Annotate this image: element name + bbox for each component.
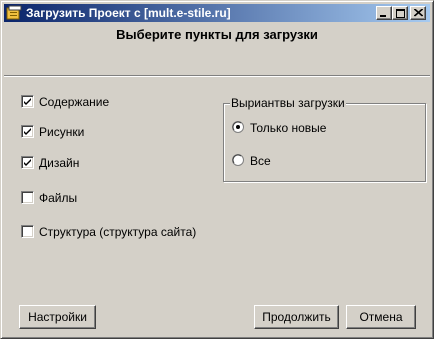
app-icon: [6, 5, 22, 21]
page-title: Выберите пункты для загрузки: [116, 27, 318, 42]
minimize-icon: [380, 15, 386, 17]
title-bar[interactable]: Загрузить Проект с [mult.e-stile.ru]: [4, 4, 430, 22]
group-legend: Выриантвы загрузки: [230, 96, 346, 110]
checkbox-box[interactable]: [21, 95, 34, 108]
window-title: Загрузить Проект с [mult.e-stile.ru]: [26, 6, 231, 20]
maximize-button[interactable]: [392, 6, 408, 20]
radio-unselected-icon[interactable]: [232, 154, 244, 166]
checkbox-box[interactable]: [21, 156, 34, 169]
load-options-group: Выриантвы загрузки Только новые Все: [223, 96, 426, 182]
checkbox-label: Содержание: [39, 95, 110, 109]
settings-button[interactable]: Настройки: [19, 305, 96, 329]
header-panel: Выберите пункты для загрузки: [4, 23, 430, 76]
checkbox-label: Структура (структура сайта): [39, 225, 197, 239]
close-button[interactable]: [410, 6, 426, 20]
checkbox-box[interactable]: [21, 191, 34, 204]
radio-label: Только новые: [250, 121, 327, 135]
checkmark-icon: [24, 128, 31, 135]
checkbox-label: Рисунки: [39, 125, 85, 139]
checkmark-icon: [24, 98, 31, 105]
checkbox-box[interactable]: [21, 125, 34, 138]
checkmark-icon: [24, 159, 31, 166]
maximize-icon: [396, 9, 405, 18]
checkbox-label: Дизайн: [39, 156, 80, 170]
dialog-window: Загрузить Проект с [mult.e-stile.ru] Выб…: [0, 0, 434, 339]
cancel-button[interactable]: Отмена: [346, 305, 416, 329]
radio-label: Все: [250, 154, 271, 168]
checkbox-box[interactable]: [21, 225, 34, 238]
minimize-button[interactable]: [376, 6, 392, 20]
continue-button[interactable]: Продолжить: [254, 305, 339, 329]
close-icon: [414, 9, 423, 17]
checkbox-label: Файлы: [39, 191, 78, 205]
radio-selected-icon[interactable]: [232, 121, 244, 133]
